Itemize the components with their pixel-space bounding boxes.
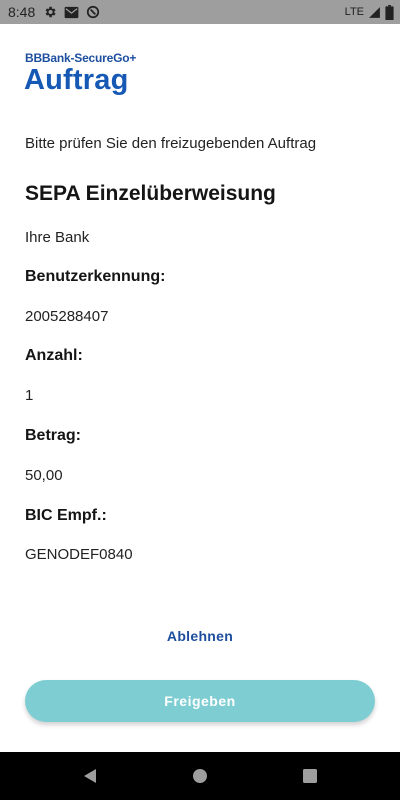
field-value-user-id: 2005288407: [25, 308, 109, 325]
home-circle-icon: [193, 769, 207, 783]
battery-icon: [385, 4, 394, 20]
status-time: 8:48: [8, 4, 36, 20]
status-icons-left: [43, 5, 100, 19]
status-bar: 8:48 LTE: [0, 0, 400, 24]
approve-button[interactable]: Freigeben: [25, 680, 375, 722]
reject-button[interactable]: Ablehnen: [0, 628, 400, 644]
field-label-amount: Betrag:: [25, 427, 82, 444]
intro-text: Bitte prüfen Sie den freizugebenden Auft…: [25, 135, 317, 152]
system-nav-bar: [0, 752, 400, 800]
network-type: LTE: [344, 6, 364, 18]
field-label-bic: BIC Empf.:: [25, 507, 107, 524]
nav-back-button[interactable]: [70, 756, 110, 796]
field-label-count: Anzahl:: [25, 347, 83, 364]
nav-home-button[interactable]: [180, 756, 220, 796]
order-type-heading: SEPA Einzelüberweisung: [25, 182, 276, 205]
brand-logo-text: BBBank-SecureGo+: [25, 51, 137, 65]
field-value-amount: 50,00: [25, 467, 63, 484]
signal-icon: [368, 6, 381, 19]
sync-icon: [86, 5, 100, 19]
gear-icon: [43, 5, 57, 19]
field-value-bic: GENODEF0840: [25, 546, 133, 563]
mail-icon: [64, 6, 79, 19]
page-title: Auftrag: [24, 64, 129, 96]
bank-name: Ihre Bank: [25, 229, 90, 246]
field-label-user-id: Benutzerkennung:: [25, 268, 166, 285]
scroll-fade: [0, 575, 400, 615]
status-icons-right: LTE: [344, 4, 394, 20]
recents-square-icon: [303, 769, 317, 783]
back-triangle-icon: [84, 769, 96, 783]
field-value-count: 1: [25, 387, 34, 404]
nav-recents-button[interactable]: [290, 756, 330, 796]
